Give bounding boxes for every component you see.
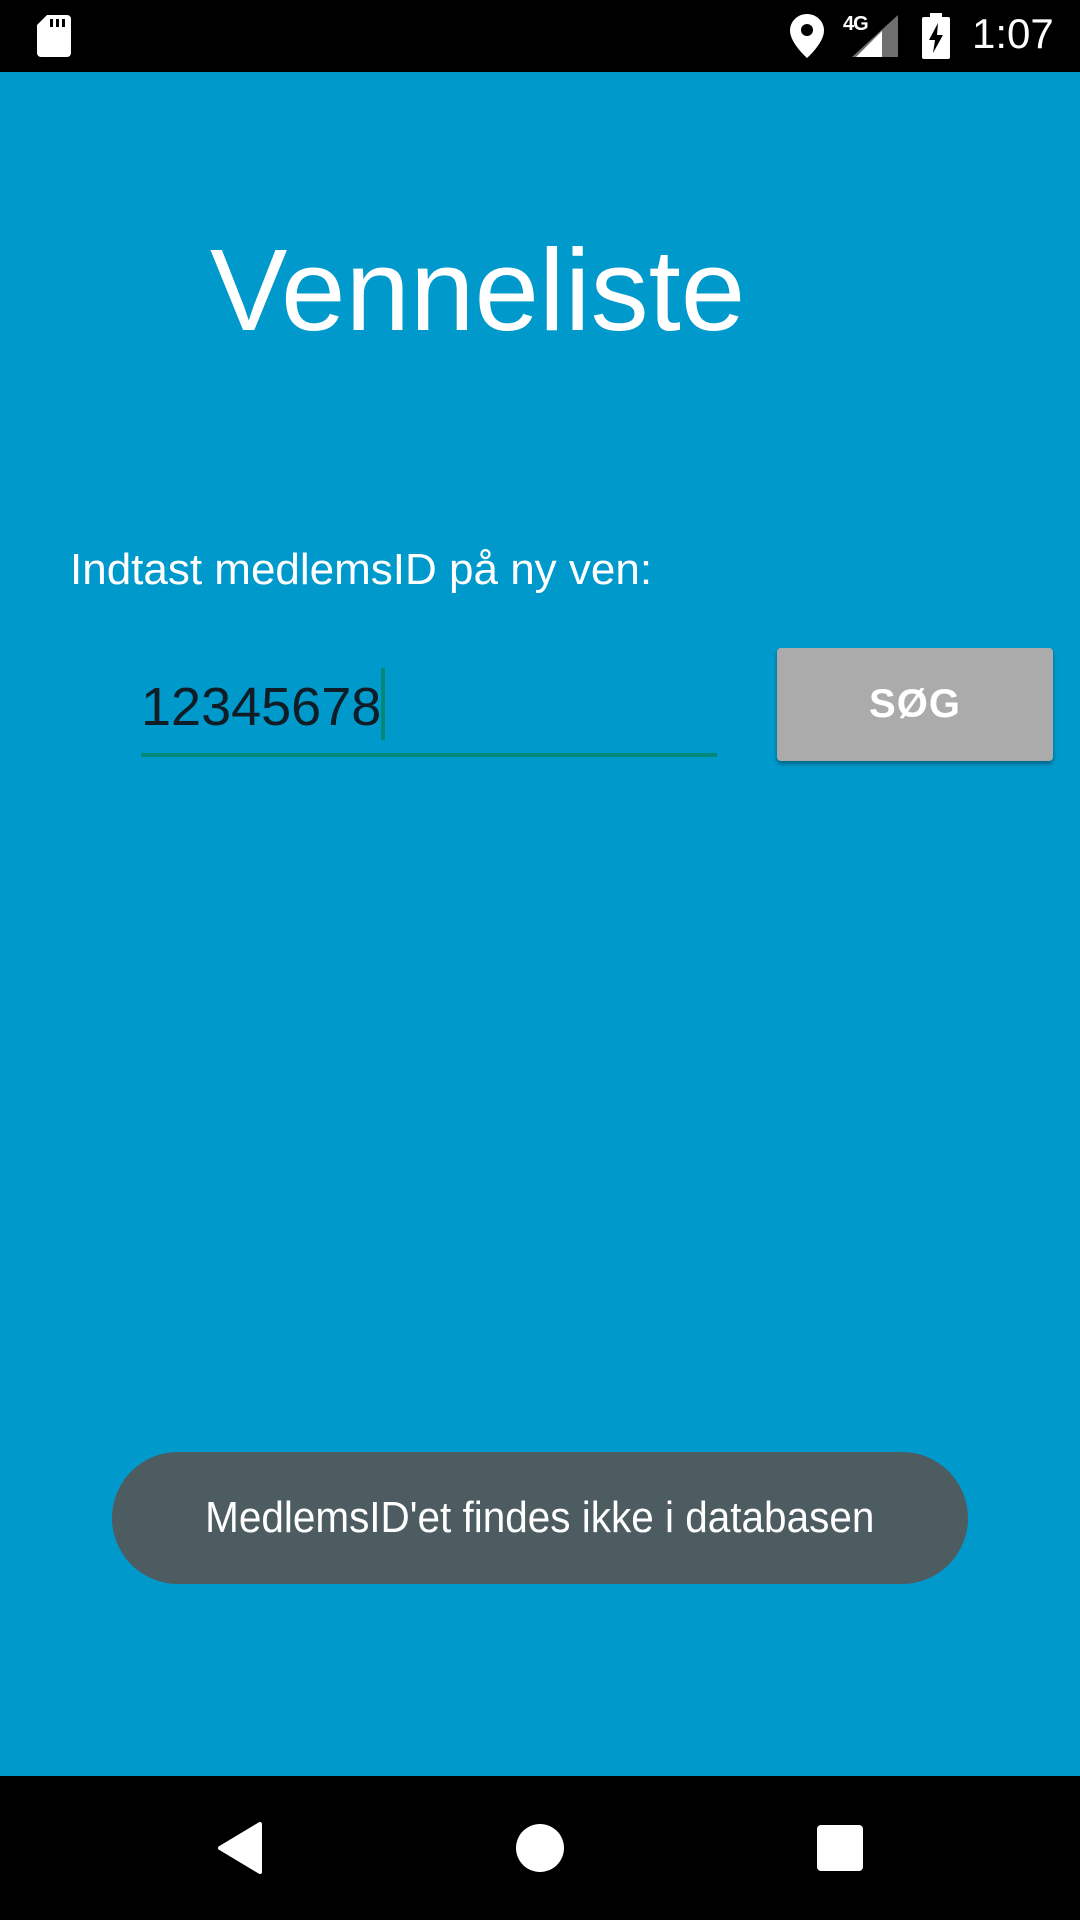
- status-bar: 4G 1:07: [0, 0, 1080, 72]
- recents-icon: [817, 1825, 863, 1871]
- recents-button[interactable]: [760, 1776, 920, 1920]
- member-id-prompt-label: Indtast medlemsID på ny ven:: [70, 545, 653, 594]
- toast-message: MedlemsID'et findes ikke i databasen: [112, 1452, 968, 1584]
- battery-charging-icon: [922, 13, 950, 59]
- back-button[interactable]: [160, 1776, 320, 1920]
- back-icon: [218, 1822, 262, 1874]
- text-caret: [381, 668, 385, 740]
- home-icon: [516, 1824, 564, 1872]
- search-button[interactable]: SØG: [777, 648, 1053, 761]
- page-title: Venneliste: [210, 225, 746, 355]
- navigation-bar: [0, 1776, 1080, 1920]
- signal-icon: [852, 15, 898, 57]
- home-button[interactable]: [460, 1776, 620, 1920]
- location-icon: [790, 14, 824, 58]
- sd-card-icon: [37, 15, 71, 57]
- status-clock: 1:07: [972, 10, 1054, 57]
- toast-text: MedlemsID'et findes ikke i databasen: [205, 1493, 875, 1542]
- member-id-input[interactable]: [141, 660, 717, 754]
- input-underline: [141, 753, 717, 757]
- member-id-field[interactable]: [141, 660, 717, 760]
